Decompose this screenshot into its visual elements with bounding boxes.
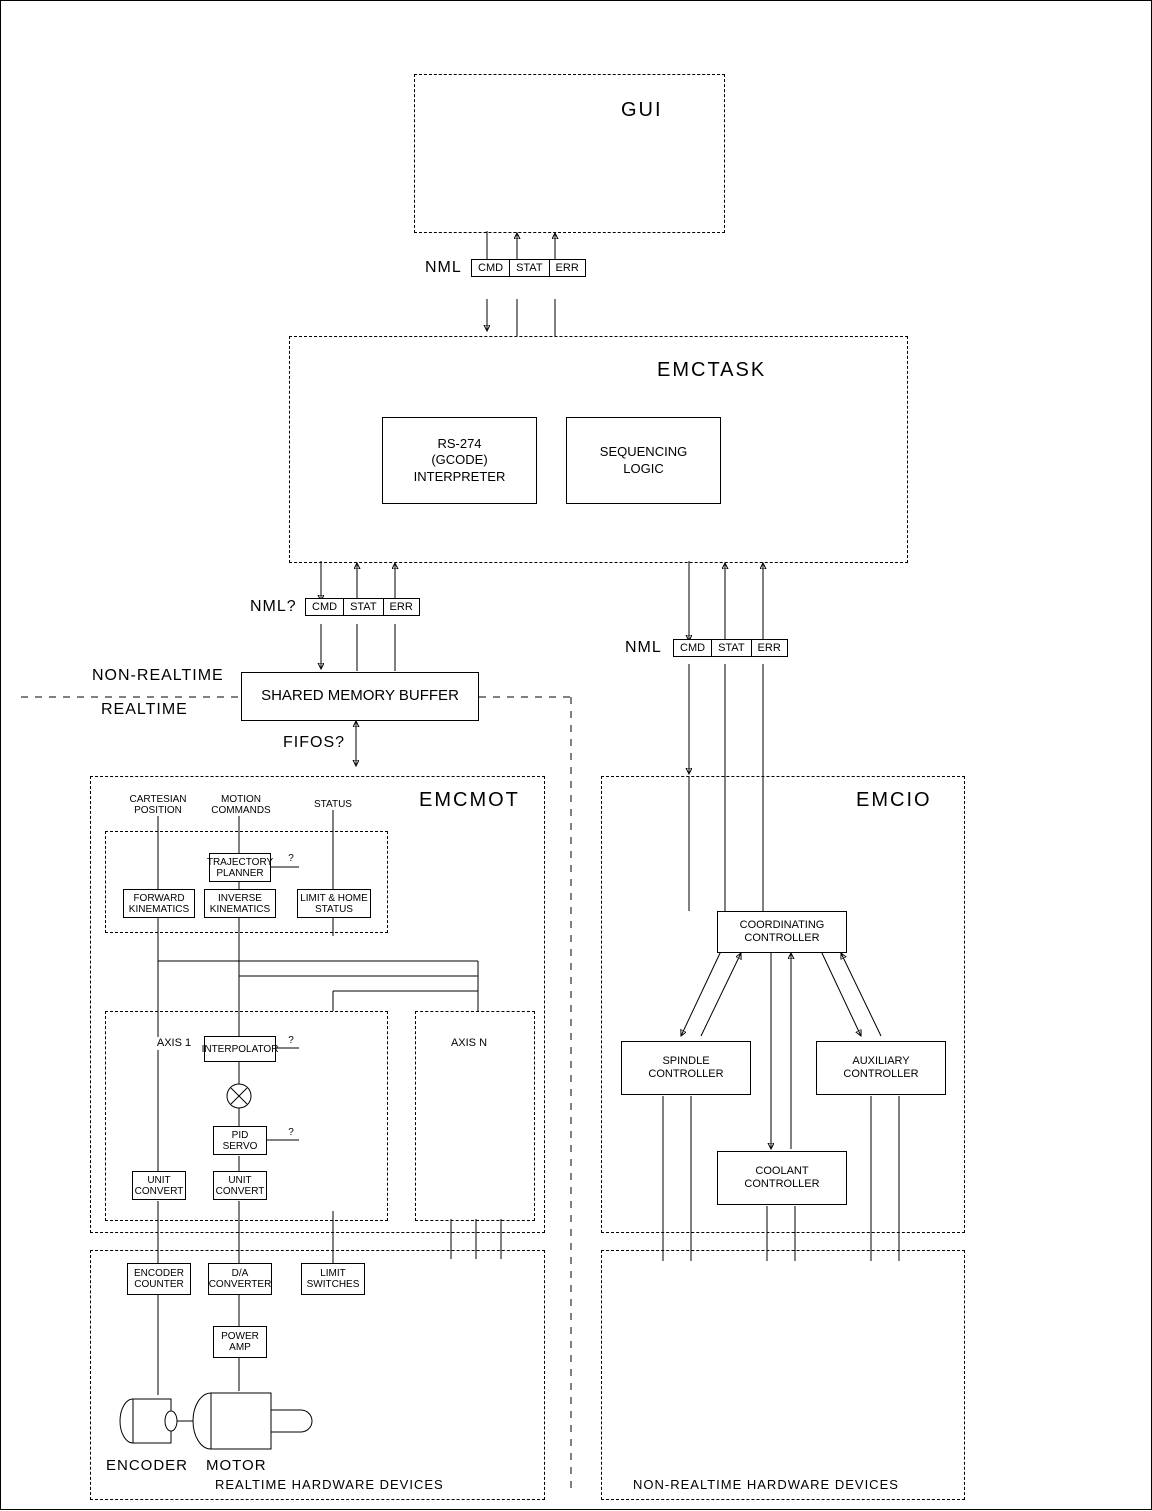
realtime-label: REALTIME: [101, 701, 188, 719]
cmd: CMD: [306, 599, 344, 615]
err: ERR: [384, 599, 419, 615]
axis-1-label: AXIS 1: [149, 1037, 199, 1050]
emctask-title: EMCTASK: [657, 359, 766, 382]
rt-hw-title: REALTIME HARDWARE DEVICES: [215, 1477, 444, 1492]
shared-memory-buffer: SHARED MEMORY BUFFER: [241, 672, 479, 721]
forward-kinematics: FORWARD KINEMATICS: [123, 889, 195, 918]
encoder-label: ENCODER: [106, 1457, 188, 1474]
q1: ?: [284, 853, 298, 864]
unit-convert-1: UNIT CONVERT: [132, 1171, 186, 1200]
channels-task-smb: CMD STAT ERR: [305, 598, 420, 616]
motor-label: MOTOR: [206, 1457, 267, 1474]
sequencing-box: SEQUENCING LOGIC: [566, 417, 721, 504]
emcmot-title: EMCMOT: [419, 789, 520, 812]
interpolator: INTERPOLATOR: [204, 1036, 276, 1062]
power-amp: POWER AMP: [213, 1326, 267, 1358]
nml-label-2: NML: [625, 639, 662, 657]
cmd: CMD: [674, 640, 712, 656]
channels-task-io: CMD STAT ERR: [673, 639, 788, 657]
unit-convert-2: UNIT CONVERT: [213, 1171, 267, 1200]
channels-gui-task: CMD STAT ERR: [471, 259, 586, 277]
limit-switches: LIMIT SWITCHES: [301, 1263, 365, 1295]
nmlq-label: NML?: [250, 598, 297, 616]
stat: STAT: [344, 599, 383, 615]
err: ERR: [550, 260, 585, 276]
diagram-page: GUI NML CMD STAT ERR EMCTASK RS-274 (GCO…: [0, 0, 1152, 1510]
err: ERR: [752, 640, 787, 656]
non-realtime-label: NON-REALTIME: [92, 667, 224, 685]
stat: STAT: [712, 640, 751, 656]
encoder-counter: ENCODER COUNTER: [127, 1263, 191, 1295]
gui-title: GUI: [621, 99, 663, 122]
trajectory-planner: TRAJECTORY PLANNER: [209, 853, 271, 882]
inverse-kinematics: INVERSE KINEMATICS: [204, 889, 276, 918]
stat: STAT: [510, 260, 549, 276]
nrt-hw-title: NON-REALTIME HARDWARE DEVICES: [633, 1477, 899, 1492]
limit-home-status: LIMIT & HOME STATUS: [297, 889, 371, 918]
motion-cmds-label: MOTION COMMANDS: [206, 794, 276, 816]
nml-label-1: NML: [425, 259, 462, 277]
pid-servo: PID SERVO: [213, 1126, 267, 1155]
fifos-label: FIFOS?: [283, 734, 345, 752]
coordinating-controller: COORDINATING CONTROLLER: [717, 911, 847, 953]
nrt-hw-block: [601, 1250, 965, 1500]
coolant-controller: COOLANT CONTROLLER: [717, 1151, 847, 1205]
auxiliary-controller: AUXILIARY CONTROLLER: [816, 1041, 946, 1095]
cart-pos-label: CARTESIAN POSITION: [123, 794, 193, 816]
q2: ?: [284, 1035, 298, 1046]
rs274-box: RS-274 (GCODE) INTERPRETER: [382, 417, 537, 504]
q3: ?: [284, 1127, 298, 1138]
cmd: CMD: [472, 260, 510, 276]
spindle-controller: SPINDLE CONTROLLER: [621, 1041, 751, 1095]
da-converter: D/A CONVERTER: [208, 1263, 272, 1295]
status-label: STATUS: [303, 799, 363, 810]
gui-block: [414, 74, 725, 233]
emcio-title: EMCIO: [856, 789, 932, 812]
axis-n-label: AXIS N: [444, 1037, 494, 1050]
